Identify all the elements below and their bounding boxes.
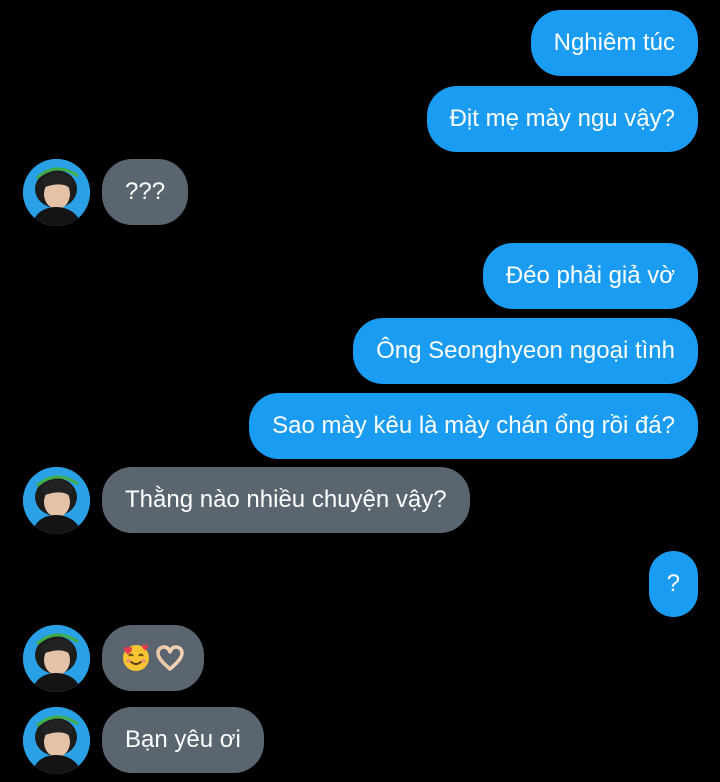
- sent-message-bubble[interactable]: Ông Seonghyeon ngoại tình: [353, 318, 698, 384]
- message-text: Thằng nào nhiều chuyện vậy?: [125, 486, 447, 513]
- message-text: Bạn yêu ơi: [125, 726, 241, 753]
- smiling-face-with-hearts-icon: [123, 644, 149, 671]
- chat-screen: { "messages": [ {"side": "sent", "text":…: [0, 0, 720, 782]
- received-message-bubble[interactable]: Bạn yêu ơi: [102, 707, 264, 773]
- contact-avatar[interactable]: [23, 707, 90, 774]
- sent-message-bubble[interactable]: Địt mẹ mày ngu vậy?: [426, 86, 698, 152]
- message-text: Địt mẹ mày ngu vậy?: [449, 105, 675, 132]
- message-text: Đéo phải giả vờ: [505, 262, 675, 289]
- emoji-message: [120, 625, 186, 691]
- avatar-image: [23, 467, 90, 534]
- received-message-bubble[interactable]: Thằng nào nhiều chuyện vậy?: [102, 467, 470, 533]
- contact-avatar[interactable]: [23, 467, 90, 534]
- avatar-image: [23, 159, 90, 226]
- sent-message-bubble[interactable]: Sao mày kêu là mày chán ổng rồi đá?: [249, 393, 698, 459]
- avatar-image: [23, 707, 90, 774]
- avatar-image: [23, 625, 90, 692]
- message-text: ???: [125, 178, 166, 205]
- received-message-bubble[interactable]: [102, 625, 204, 691]
- contact-avatar[interactable]: [23, 625, 90, 692]
- message-text: Ông Seonghyeon ngoại tình: [376, 337, 675, 364]
- message-text: Sao mày kêu là mày chán ổng rồi đá?: [272, 412, 675, 439]
- sent-message-bubble[interactable]: Nghiêm túc: [530, 10, 698, 76]
- received-message-bubble[interactable]: ???: [102, 159, 189, 225]
- sent-message-bubble[interactable]: Đéo phải giả vờ: [482, 243, 698, 309]
- message-text: Nghiêm túc: [553, 29, 675, 56]
- contact-avatar[interactable]: [23, 159, 90, 226]
- heart-hands-icon: [156, 645, 184, 671]
- sent-message-bubble[interactable]: ?: [648, 551, 698, 617]
- message-text: ?: [666, 570, 680, 597]
